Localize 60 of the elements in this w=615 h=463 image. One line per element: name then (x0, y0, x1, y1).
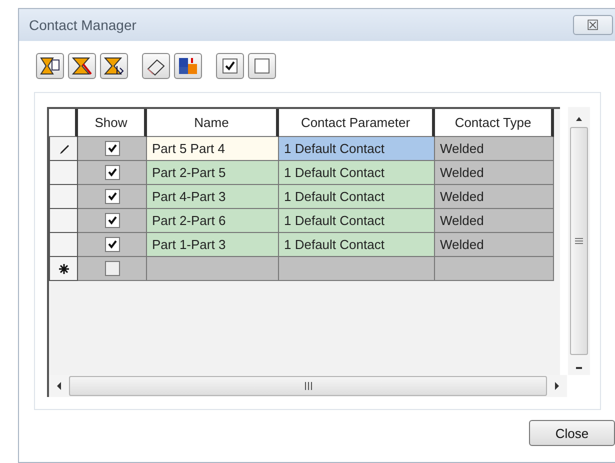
table-cell: Part 2-Part 6 (147, 209, 279, 233)
table-cell: Part 1-Part 3 (147, 233, 279, 257)
column-header[interactable]: Show (78, 109, 147, 137)
show-checkbox[interactable] (104, 141, 120, 156)
scroll-thumb[interactable] (69, 376, 547, 396)
table-cell: 1 Default Contact (279, 233, 435, 257)
empty-box-icon (254, 58, 270, 74)
table-cell: Part 5 Part 4 (147, 137, 279, 161)
toolbar-button[interactable] (142, 53, 170, 79)
table-cell: 1 Default Contact (279, 161, 435, 185)
column-header[interactable]: Contact Type (435, 109, 554, 137)
row-header[interactable] (49, 185, 78, 209)
uncheck-all-button[interactable] (248, 53, 276, 79)
table-cell: 1 Default Contact (279, 209, 435, 233)
row-header[interactable] (49, 257, 78, 281)
table-cell: Welded (435, 233, 554, 257)
table-cell: 1 Default Contact (279, 137, 435, 161)
table-cell: Part 4-Part 3 (147, 185, 279, 209)
close-button[interactable]: ☒ (573, 15, 613, 35)
window-title: Contact Manager (29, 17, 136, 33)
asterisk-icon (58, 262, 70, 274)
toolbar-button[interactable] (68, 53, 96, 79)
vertical-scrollbar[interactable] (568, 107, 590, 375)
column-header[interactable]: Name (147, 109, 279, 137)
table-cell: Welded (435, 161, 554, 185)
toolbar-button[interactable] (100, 53, 128, 79)
checkmark-icon (106, 239, 118, 250)
column-header[interactable]: Contact Parameter (279, 109, 435, 137)
grid-icon (177, 56, 199, 76)
grip-icon (304, 382, 312, 390)
row-header[interactable] (49, 137, 78, 161)
row-header[interactable] (49, 209, 78, 233)
show-checkbox[interactable] (104, 261, 120, 276)
show-checkbox[interactable] (104, 165, 120, 180)
check-all-button[interactable] (216, 53, 244, 79)
scroll-thumb[interactable] (570, 126, 588, 356)
show-checkbox[interactable] (104, 237, 120, 252)
grip-icon (575, 238, 583, 244)
checkmark-icon (106, 167, 118, 178)
corner-header (49, 109, 78, 137)
row-header[interactable] (49, 233, 78, 257)
pencil-icon (58, 142, 70, 154)
table-cell: 1 Default Contact (279, 185, 435, 209)
checkmark-icon (106, 143, 118, 154)
checkmark-icon (106, 191, 118, 202)
checkmark-icon (106, 215, 118, 226)
toolbar-button[interactable] (36, 53, 64, 79)
checked-box-icon (222, 58, 238, 74)
row-header[interactable] (49, 161, 78, 185)
show-checkbox[interactable] (104, 189, 120, 204)
scroll-left-icon (55, 381, 63, 391)
table-cell: Part 2-Part 5 (147, 161, 279, 185)
scroll-right-icon (553, 381, 561, 391)
toolbar-button[interactable] (174, 53, 202, 79)
close-dialog-button[interactable]: Close (529, 420, 615, 446)
show-checkbox[interactable] (104, 213, 120, 228)
table-cell: Welded (435, 209, 554, 233)
table-cell: Welded (435, 137, 554, 161)
horizontal-scrollbar[interactable] (47, 375, 567, 397)
table-cell: Welded (435, 185, 554, 209)
